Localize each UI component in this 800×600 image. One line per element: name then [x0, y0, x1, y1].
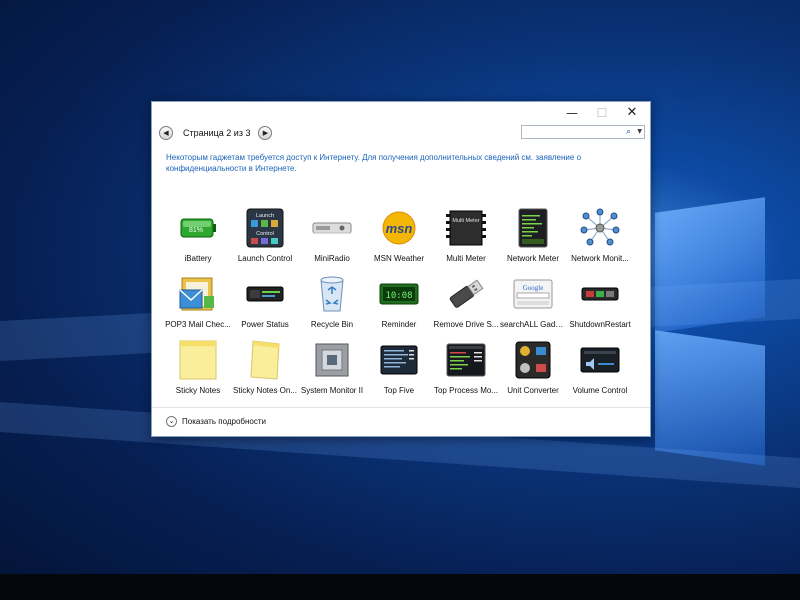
gadget-tile[interactable]: Network Monit... — [567, 208, 633, 263]
gadget-label: Top Five — [383, 386, 415, 395]
battery-icon: 81% — [176, 208, 220, 248]
chevron-down-icon[interactable]: ⌄ — [166, 416, 177, 427]
top-five-icon — [377, 340, 421, 380]
radio-icon — [310, 208, 354, 248]
gadget-label: POP3 Mail Chec... — [165, 320, 231, 329]
shutdown-icon — [578, 274, 622, 314]
page-indicator: Страница 2 из 3 — [183, 128, 251, 138]
msn-icon: msn — [377, 208, 421, 248]
gadget-tile[interactable]: Network Meter — [500, 208, 566, 263]
title-bar[interactable]: — ☐ ✕ — [152, 102, 650, 124]
top-process-icon — [444, 340, 488, 380]
gadget-tile[interactable]: Sticky Notes On... — [232, 340, 298, 395]
multi-meter-title: Multi Meter — [452, 218, 479, 224]
reminder-icon: 10:08 — [377, 274, 421, 314]
gadget-tile[interactable]: Top Process Mo... — [433, 340, 499, 395]
gadget-tile[interactable]: POP3 Mail Chec... — [165, 274, 231, 329]
gadget-label: Remove Drive S... — [433, 320, 499, 329]
gadget-tile[interactable]: Multi Meter Multi Meter — [433, 208, 499, 263]
internet-access-notice[interactable]: Некоторым гаджетам требуется доступ к Ин… — [166, 152, 636, 174]
launch-control-icon: Launch Control — [243, 208, 287, 248]
next-page-button[interactable]: ▶ — [258, 126, 273, 140]
gadget-label: Multi Meter — [446, 254, 486, 263]
gadget-tile[interactable]: MiniRadio — [299, 208, 365, 263]
google-logo-text: Google — [523, 284, 544, 292]
gadget-label: Sticky Notes On... — [232, 386, 298, 395]
gadget-tile[interactable]: Unit Converter — [500, 340, 566, 395]
gadget-label: Unit Converter — [507, 386, 559, 395]
usb-drive-icon — [444, 274, 488, 314]
launch-subtitle: Control — [256, 231, 274, 237]
msn-logo-text: msn — [386, 221, 413, 236]
show-details-toggle[interactable]: ⌄ Показать подробности — [166, 416, 266, 427]
recycle-bin-icon — [310, 274, 354, 314]
gadget-tile[interactable]: Recycle Bin — [299, 274, 365, 329]
gadget-tile[interactable]: System Monitor II — [299, 340, 365, 395]
gadgets-window: — ☐ ✕ ◀ Страница 2 из 3 ▶ ⌕ ▼ Некоторым … — [151, 101, 651, 437]
gadget-label: Launch Control — [237, 254, 293, 263]
gadget-tile[interactable]: 10:08 Reminder — [366, 274, 432, 329]
gadget-label: iBattery — [184, 254, 212, 263]
sticky-note-icon — [176, 340, 220, 380]
show-details-label[interactable]: Показать подробности — [182, 417, 266, 426]
network-meter-icon — [511, 208, 555, 248]
gadget-label: MiniRadio — [314, 254, 350, 263]
launch-title: Launch — [256, 213, 274, 219]
gadget-tile[interactable]: Google searchALL Gadg... — [500, 274, 566, 329]
unit-converter-icon — [511, 340, 555, 380]
gadget-tile[interactable]: Volume Control — [567, 340, 633, 395]
gadget-label: Volume Control — [572, 386, 628, 395]
search-input[interactable]: ⌕ ▼ — [521, 125, 645, 139]
gadget-tile[interactable]: Remove Drive S... — [433, 274, 499, 329]
multi-meter-icon: Multi Meter — [444, 208, 488, 248]
gadget-tile[interactable]: Sticky Notes — [165, 340, 231, 395]
chevron-down-icon[interactable]: ▼ — [637, 126, 642, 138]
gadget-tile[interactable]: Launch Control Launch Control — [232, 208, 298, 263]
volume-icon — [578, 340, 622, 380]
gadget-grid: 81% iBattery Launch Control Launch Contr… — [165, 208, 635, 398]
gadget-label: Sticky Notes — [175, 386, 221, 395]
search-icon[interactable]: ⌕ — [626, 126, 631, 138]
windows-logo-pane — [655, 330, 765, 466]
close-button[interactable]: ✕ — [618, 104, 646, 122]
gadget-label: Network Monit... — [571, 254, 629, 263]
gadget-label: Top Process Mo... — [433, 386, 499, 395]
network-monitor-icon — [578, 208, 622, 248]
cpu-icon — [310, 340, 354, 380]
gadget-tile[interactable]: 81% iBattery — [165, 208, 231, 263]
gadget-label: searchALL Gadg... — [500, 320, 566, 329]
mail-icon — [176, 274, 220, 314]
previous-page-button[interactable]: ◀ — [159, 126, 173, 140]
gadget-label: System Monitor II — [300, 386, 364, 395]
google-search-icon: Google — [511, 274, 555, 314]
minimize-button[interactable]: — — [558, 104, 586, 122]
gadget-label: Network Meter — [506, 254, 559, 263]
window-footer: ⌄ Показать подробности — [152, 407, 650, 437]
gadget-tile[interactable]: msn MSN Weather — [366, 208, 432, 263]
gadget-label: Reminder — [381, 320, 417, 329]
gadget-label: MSN Weather — [373, 254, 425, 263]
battery-percent: 81% — [189, 227, 203, 234]
reminder-time: 10:08 — [385, 291, 412, 301]
taskbar[interactable] — [0, 574, 800, 600]
gadget-tile[interactable]: Top Five — [366, 340, 432, 395]
gadget-label: Recycle Bin — [310, 320, 354, 329]
gadget-tile[interactable]: Power Status — [232, 274, 298, 329]
gadget-label: Power Status — [241, 320, 289, 329]
sticky-note-online-icon — [243, 340, 287, 380]
page-navigation: ◀ Страница 2 из 3 ▶ — [159, 125, 273, 141]
gadget-tile[interactable]: ShutdownRestart — [567, 274, 633, 329]
maximize-button[interactable]: ☐ — [588, 104, 616, 122]
power-status-icon — [243, 274, 287, 314]
gadget-label: ShutdownRestart — [569, 320, 631, 329]
